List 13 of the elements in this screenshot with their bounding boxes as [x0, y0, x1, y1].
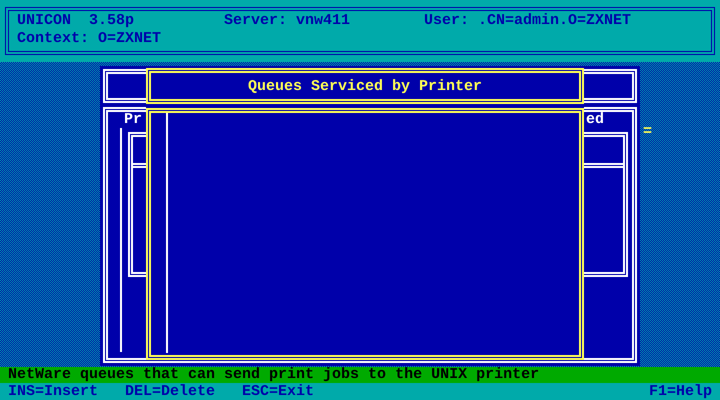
marker-text: = — [642, 124, 652, 140]
status-message: NetWare queues that can send print jobs to the UNIX printer — [8, 366, 540, 383]
window-label: ed — [586, 112, 604, 128]
dialog-title: Queues Serviced by Printer — [248, 78, 482, 94]
key-hint: DEL=Delete — [125, 383, 216, 400]
context-text: Context: O=ZXNET — [17, 31, 162, 49]
help-key-hint: F1=Help — [648, 383, 712, 400]
key-hint: INS=Insert — [8, 383, 98, 400]
user-name: User: .CN=admin.O=ZXNET — [424, 13, 632, 31]
key-hint: ESC=Exit — [242, 383, 314, 400]
program-version: UNICON 3.58p — [17, 13, 136, 31]
server-name: Server: vnw411 — [224, 13, 352, 31]
window-label: Pr — [124, 112, 142, 128]
